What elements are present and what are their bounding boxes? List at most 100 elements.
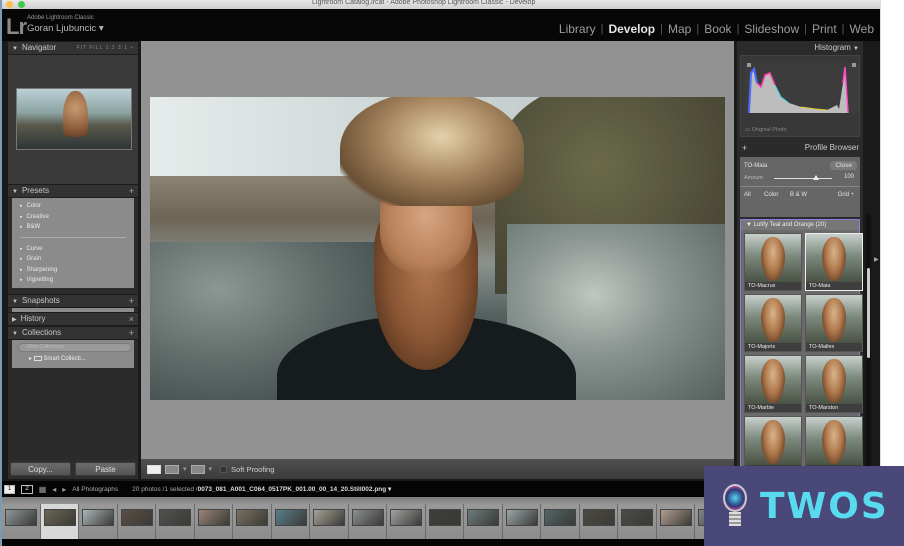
preset-folder-curve[interactable]: Curve — [20, 244, 126, 255]
back-arrow-icon[interactable]: ◂ — [52, 485, 56, 494]
filmstrip-thumbnail[interactable] — [544, 509, 576, 526]
view-mode-select[interactable]: Grid ÷ — [838, 192, 854, 198]
user-menu[interactable]: Goran Ljubuncic ▾ — [27, 23, 104, 34]
filmstrip-cell[interactable] — [233, 504, 272, 539]
filmstrip-cell[interactable] — [2, 504, 41, 539]
preset-folder-sharpening[interactable]: Sharpening — [20, 265, 126, 276]
collection-item[interactable]: ▸ Smart Collecti... — [29, 355, 86, 362]
filmstrip-cell[interactable] — [618, 504, 657, 539]
profile-group-header[interactable]: ▼ Lutify Teal and Orange (20) — [741, 220, 859, 230]
close-profile-browser-button[interactable]: Close — [830, 161, 857, 170]
filter-color[interactable]: Color — [764, 192, 778, 198]
minimize-button[interactable] — [6, 1, 13, 8]
module-print[interactable]: Print — [812, 22, 837, 36]
filmstrip-cell[interactable] — [156, 504, 195, 539]
profile-card[interactable]: TO-Marbie — [744, 355, 802, 413]
navigator-zoom-options[interactable]: FIT FILL 1:1 3:1 ÷ — [77, 42, 134, 54]
dropdown-icon[interactable]: ▾ — [209, 465, 213, 473]
main-photo[interactable] — [150, 97, 725, 400]
filmstrip-cell[interactable] — [464, 504, 503, 539]
presets-header[interactable]: ▼ Presets + — [8, 184, 138, 198]
filmstrip-thumbnail[interactable] — [236, 509, 268, 526]
copy-button[interactable]: Copy... — [10, 462, 71, 476]
filmstrip-thumbnail[interactable] — [5, 509, 37, 526]
filmstrip-cell[interactable] — [349, 504, 387, 539]
clear-history-icon[interactable]: × — [129, 313, 134, 325]
filmstrip-thumbnail[interactable] — [390, 509, 422, 526]
zoom-button[interactable] — [18, 1, 25, 8]
paste-button[interactable]: Paste — [75, 462, 136, 476]
filmstrip-cell[interactable] — [387, 504, 426, 539]
amount-slider[interactable] — [774, 175, 832, 180]
module-develop[interactable]: Develop — [608, 22, 655, 36]
profile-card[interactable]: TO-Mallex — [805, 294, 863, 352]
module-library[interactable]: Library — [559, 22, 596, 36]
filmstrip-thumbnail[interactable] — [159, 509, 191, 526]
filmstrip-cell[interactable] — [503, 504, 541, 539]
filmstrip-cell[interactable] — [195, 504, 233, 539]
preset-folder-grain[interactable]: Grain — [20, 254, 126, 265]
filter-bw[interactable]: B & W — [790, 192, 807, 198]
filmstrip-thumbnail[interactable] — [351, 509, 384, 526]
grid-view-icon[interactable]: ▦ — [39, 485, 47, 494]
navigator-thumbnail[interactable] — [16, 88, 132, 150]
filmstrip-cell[interactable] — [310, 504, 349, 539]
navigator-preview[interactable] — [8, 55, 138, 184]
filmstrip-thumbnail[interactable] — [505, 509, 538, 526]
preset-folder-color[interactable]: Color — [20, 201, 126, 212]
profile-card[interactable]: TO-Macrux — [744, 233, 802, 291]
before-after-button[interactable] — [165, 464, 179, 474]
filmstrip-cell[interactable] — [580, 504, 618, 539]
primary-display-button[interactable]: 1 — [4, 484, 16, 494]
dropdown-icon[interactable]: ▾ — [183, 465, 187, 473]
add-collection-icon[interactable]: + — [129, 327, 134, 339]
amount-slider-knob[interactable] — [812, 175, 819, 180]
loupe-view-button[interactable] — [147, 464, 161, 474]
add-preset-icon[interactable]: + — [129, 185, 134, 197]
add-profile-icon[interactable]: + — [742, 141, 747, 155]
module-map[interactable]: Map — [668, 22, 691, 36]
amount-value[interactable]: 100 — [844, 174, 854, 180]
forward-arrow-icon[interactable]: ▸ — [62, 485, 66, 494]
filmstrip-thumbnail[interactable] — [582, 509, 615, 526]
filmstrip-thumbnail[interactable] — [82, 509, 114, 526]
filmstrip-thumbnail[interactable] — [467, 509, 499, 526]
snapshots-header[interactable]: ▼ Snapshots + — [8, 294, 138, 308]
profile-card[interactable]: TO-Marston — [805, 355, 863, 413]
highlight-clipping-icon[interactable] — [852, 63, 856, 67]
add-snapshot-icon[interactable]: + — [129, 295, 134, 307]
filmstrip-thumbnail[interactable] — [274, 509, 307, 526]
soft-proofing-checkbox[interactable] — [220, 465, 228, 473]
before-after-split-button[interactable] — [190, 464, 205, 474]
filter-all[interactable]: All — [744, 192, 751, 198]
history-header[interactable]: ▶ History × — [8, 312, 138, 326]
filmstrip-thumbnail[interactable] — [428, 509, 461, 526]
filmstrip-cell[interactable] — [79, 504, 118, 539]
profile-card[interactable]: TO-Maia — [805, 233, 863, 291]
navigator-header[interactable]: ▼ Navigator FIT FILL 1:1 3:1 ÷ — [8, 41, 138, 55]
shadow-clipping-icon[interactable] — [747, 63, 751, 67]
filmstrip-thumbnail[interactable] — [197, 509, 230, 526]
preset-folder-bw[interactable]: B&W — [20, 222, 126, 233]
filmstrip-thumbnail[interactable] — [120, 509, 153, 526]
filmstrip-thumbnail[interactable] — [659, 509, 692, 526]
filmstrip-thumbnail[interactable] — [43, 509, 76, 526]
filmstrip-cell[interactable] — [272, 504, 310, 539]
filmstrip-cell[interactable] — [657, 504, 695, 539]
secondary-display-button[interactable]: 2 — [21, 484, 33, 494]
profile-card[interactable]: TO-Majoris — [744, 294, 802, 352]
module-slideshow[interactable]: Slideshow — [744, 22, 799, 36]
right-panel-toggle-icon[interactable]: ▶ — [874, 256, 879, 263]
module-book[interactable]: Book — [704, 22, 731, 36]
filmstrip-cell[interactable] — [541, 504, 580, 539]
preset-folder-creative[interactable]: Creative — [20, 212, 126, 223]
filmstrip-thumbnail[interactable] — [621, 509, 653, 526]
filmstrip-cell[interactable] — [118, 504, 156, 539]
filmstrip-cell[interactable] — [426, 504, 464, 539]
histogram-header[interactable]: Histogram ▼ — [737, 41, 863, 55]
filter-collections-input[interactable]: Filter Collections — [18, 343, 132, 352]
right-panel-scrollbar[interactable] — [866, 214, 871, 466]
filmstrip-cell[interactable] — [40, 504, 79, 539]
collections-header[interactable]: ▼ Collections + — [8, 326, 138, 340]
scrollbar-thumb[interactable] — [867, 268, 870, 358]
